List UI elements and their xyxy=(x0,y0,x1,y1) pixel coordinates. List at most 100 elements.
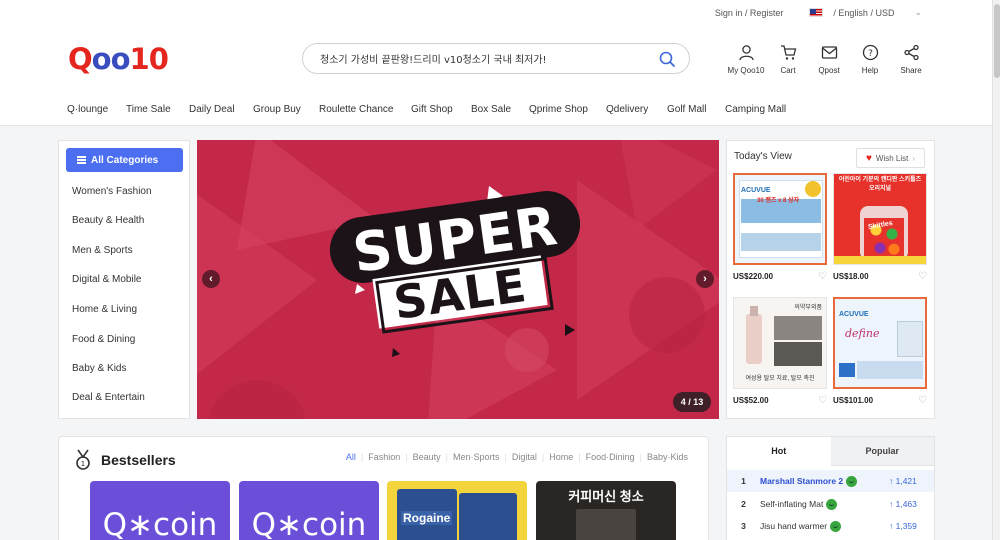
us-flag-icon xyxy=(809,8,824,17)
menu-item[interactable]: Golf Mall xyxy=(667,104,725,115)
header-icons: My Qoo10 Cart Qpost ? Help Share xyxy=(722,44,934,75)
product-badge: 의약부외품 xyxy=(794,305,822,311)
tab-digital[interactable]: Digital xyxy=(512,452,537,462)
menu-item[interactable]: Box Sale xyxy=(471,104,529,115)
bestsellers-title: Bestsellers xyxy=(101,452,176,468)
category-item[interactable]: Men & Sports xyxy=(72,245,133,256)
ranking-row[interactable]: 1 Marshall Stanmore 2 ↑ 1,421 xyxy=(727,470,934,492)
product-badge: 30 렌즈 x 8 상자 xyxy=(757,198,800,204)
hot-ranking-panel: Hot Popular 1 Marshall Stanmore 2 ↑ 1,42… xyxy=(726,436,935,540)
category-item[interactable]: Baby & Kids xyxy=(72,363,126,374)
todays-view-title: Today's View xyxy=(734,151,792,162)
category-panel: All Categories Women's Fashion Beauty & … xyxy=(58,140,190,419)
menu-item[interactable]: Gift Shop xyxy=(411,104,471,115)
share-icon xyxy=(903,44,919,61)
top-utility-bar: Sign in / Register / English / USD ⌄ xyxy=(715,7,922,18)
product-price: US$101.00 xyxy=(833,396,874,405)
tab-popular[interactable]: Popular xyxy=(830,437,934,466)
product-brand: ACUVUE xyxy=(741,187,771,194)
heart-outline-icon[interactable]: ♡ xyxy=(818,395,827,406)
svg-text:1: 1 xyxy=(81,460,85,468)
category-item[interactable]: Deal & Entertain xyxy=(72,392,145,403)
category-item[interactable]: Home & Living xyxy=(72,304,137,315)
svg-text:?: ? xyxy=(868,49,873,59)
menu-item[interactable]: Daily Deal xyxy=(189,104,253,115)
tab-all[interactable]: All xyxy=(346,452,356,462)
item-label: Rogaine xyxy=(401,511,453,525)
product-thumb-skittles[interactable]: 어린아이 기분의 캔디판 스키틀즈 오리지널 Skittles xyxy=(833,173,927,265)
heart-outline-icon[interactable]: ♡ xyxy=(918,271,927,282)
bestseller-item[interactable]: 커피머신 청소 xyxy=(536,481,676,540)
product-thumb-acuvue[interactable]: ACUVUE 30 렌즈 x 8 상자 xyxy=(733,173,827,265)
hamburger-icon xyxy=(77,155,86,166)
menu-item[interactable]: Q·lounge xyxy=(67,104,126,115)
heart-outline-icon[interactable]: ♡ xyxy=(818,271,827,282)
product-thumb-hair-care[interactable]: 의약부외품 여성용 탈모 치료, 탈모 촉진 xyxy=(733,297,827,389)
my-qoo10-button[interactable]: My Qoo10 xyxy=(722,44,770,75)
tab-food-dining[interactable]: Food·Dining xyxy=(586,452,635,462)
product-thumb-acuvue-define[interactable]: ACUVUE define xyxy=(833,297,927,389)
category-item[interactable]: Food & Dining xyxy=(72,334,135,345)
menu-item[interactable]: Qdelivery xyxy=(606,104,667,115)
header: Sign in / Register / English / USD ⌄ Qoo… xyxy=(0,0,992,126)
menu-item[interactable]: Camping Mall xyxy=(725,104,786,115)
product-caption: 여성용 탈모 치료, 탈모 촉진 xyxy=(745,376,815,382)
product-price: US$18.00 xyxy=(833,272,869,281)
scrollbar-thumb[interactable] xyxy=(994,4,1000,78)
qpost-button[interactable]: Qpost xyxy=(806,44,852,75)
search-icon[interactable] xyxy=(659,51,675,67)
banner-next-button[interactable]: › xyxy=(696,270,714,288)
mail-icon xyxy=(821,46,837,59)
tab-baby-kids[interactable]: Baby·Kids xyxy=(647,452,688,462)
help-button[interactable]: ? Help xyxy=(852,44,888,75)
heart-outline-icon[interactable]: ♡ xyxy=(918,395,927,406)
todays-view-panel: Today's View ♥ Wish List › ACUVUE 30 렌즈 … xyxy=(726,140,935,419)
locale-selector[interactable]: / English / USD xyxy=(833,8,894,18)
tab-men-sports[interactable]: Men·Sports xyxy=(453,452,500,462)
menu-item[interactable]: Group Buy xyxy=(253,104,319,115)
all-categories-button[interactable]: All Categories xyxy=(66,148,183,172)
menu-item[interactable]: Roulette Chance xyxy=(319,104,411,115)
promo-banner[interactable]: SUPER SALE ‹ › 4 / 13 xyxy=(197,140,719,419)
tab-beauty[interactable]: Beauty xyxy=(413,452,441,462)
tab-hot[interactable]: Hot xyxy=(727,437,831,466)
tab-fashion[interactable]: Fashion xyxy=(368,452,400,462)
heart-icon: ♥ xyxy=(865,152,872,164)
page-scrollbar[interactable] xyxy=(992,0,1000,540)
smile-icon xyxy=(846,475,858,487)
qoo10-logo[interactable]: Qoo10 xyxy=(68,42,169,76)
menu-item[interactable]: Time Sale xyxy=(126,104,189,115)
ranking-row[interactable]: 3 Jisu hand warmer ↑ 1,359 xyxy=(727,515,934,537)
product-brand: define xyxy=(845,327,880,340)
banner-counter: 4 / 13 xyxy=(673,392,711,412)
item-label: 커피머신 청소 xyxy=(568,489,644,504)
product-badge: 어린아이 기분의 캔디판 스키틀즈 오리지널 xyxy=(838,177,922,192)
help-icon: ? xyxy=(862,44,878,61)
sign-in-link[interactable]: Sign in / Register xyxy=(715,8,784,18)
bestsellers-section: 1 Bestsellers All | Fashion | Beauty | Men·… xyxy=(58,436,709,540)
category-item[interactable]: Women's Fashion xyxy=(72,186,152,197)
search-input[interactable] xyxy=(320,53,650,64)
banner-prev-button[interactable]: ‹ xyxy=(202,270,220,288)
menu-item[interactable]: Qprime Shop xyxy=(529,104,606,115)
banner-artwork: SUPER SALE xyxy=(197,140,719,419)
bestsellers-tabs: All | Fashion | Beauty | Men·Sports | Digita… xyxy=(345,452,688,462)
product-badge: ACUVUE xyxy=(839,311,869,318)
main-menu: Q·lounge Time Sale Daily Deal Group Buy … xyxy=(67,104,786,115)
bestseller-item[interactable]: Q∗coin xyxy=(90,481,230,540)
wish-list-button[interactable]: ♥ Wish List › xyxy=(856,148,925,168)
tab-home[interactable]: Home xyxy=(549,452,573,462)
medal-icon: 1 xyxy=(76,449,90,470)
smile-icon xyxy=(826,498,838,510)
ranking-row[interactable]: 2 Self-inflating Mat ↑ 1,463 xyxy=(727,493,934,515)
cart-button[interactable]: Cart xyxy=(770,44,806,75)
user-icon xyxy=(738,45,754,61)
category-item[interactable]: Digital & Mobile xyxy=(72,274,141,285)
chevron-down-icon[interactable]: ⌄ xyxy=(914,7,922,18)
search-bar xyxy=(302,43,690,74)
category-item[interactable]: Beauty & Health xyxy=(72,215,144,226)
hot-tabs: Hot Popular xyxy=(727,437,934,466)
bestseller-item[interactable]: Q∗coin xyxy=(239,481,379,540)
share-button[interactable]: Share xyxy=(888,44,934,75)
bestseller-item[interactable]: Rogaine xyxy=(387,481,527,540)
